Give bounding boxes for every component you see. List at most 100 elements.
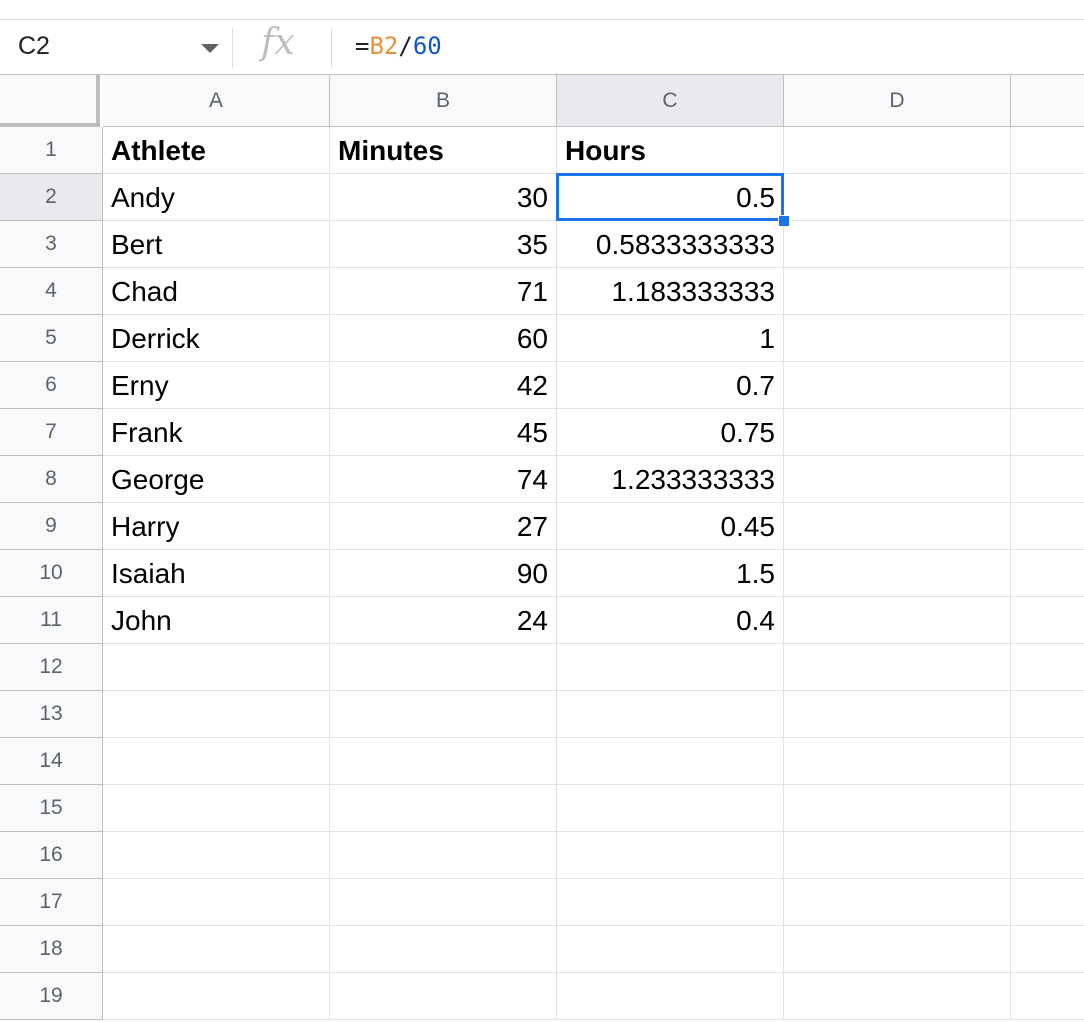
cell-d13[interactable] xyxy=(784,691,1011,738)
cell-b18[interactable] xyxy=(330,926,557,973)
cell-b6[interactable]: 42 xyxy=(330,362,557,409)
cell-e7[interactable] xyxy=(1011,409,1084,456)
cell-d16[interactable] xyxy=(784,832,1011,879)
cell-a5[interactable]: Derrick xyxy=(103,315,330,362)
cell-a15[interactable] xyxy=(103,785,330,832)
name-box[interactable]: C2 xyxy=(0,20,232,74)
formula-input[interactable]: =B2/60 xyxy=(355,32,442,60)
cell-d18[interactable] xyxy=(784,926,1011,973)
cell-e2[interactable] xyxy=(1011,174,1084,221)
cell-e8[interactable] xyxy=(1011,456,1084,503)
row-header-9[interactable]: 9 xyxy=(0,503,103,550)
row-header-17[interactable]: 17 xyxy=(0,879,103,926)
cell-e12[interactable] xyxy=(1011,644,1084,691)
row-header-6[interactable]: 6 xyxy=(0,362,103,409)
cell-a11[interactable]: John xyxy=(103,597,330,644)
cell-b14[interactable] xyxy=(330,738,557,785)
cell-e19[interactable] xyxy=(1011,973,1084,1020)
cell-a1[interactable]: Athlete xyxy=(103,127,330,174)
column-header-d[interactable]: D xyxy=(784,75,1011,127)
cell-b12[interactable] xyxy=(330,644,557,691)
row-header-14[interactable]: 14 xyxy=(0,738,103,785)
cell-b13[interactable] xyxy=(330,691,557,738)
cell-b16[interactable] xyxy=(330,832,557,879)
row-header-5[interactable]: 5 xyxy=(0,315,103,362)
row-header-10[interactable]: 10 xyxy=(0,550,103,597)
cell-c10[interactable]: 1.5 xyxy=(557,550,784,597)
cell-d6[interactable] xyxy=(784,362,1011,409)
cell-e1[interactable] xyxy=(1011,127,1084,174)
cell-c12[interactable] xyxy=(557,644,784,691)
cell-e4[interactable] xyxy=(1011,268,1084,315)
cell-e15[interactable] xyxy=(1011,785,1084,832)
cell-a19[interactable] xyxy=(103,973,330,1020)
column-header-e[interactable] xyxy=(1011,75,1084,127)
cell-c18[interactable] xyxy=(557,926,784,973)
cell-e3[interactable] xyxy=(1011,221,1084,268)
cell-c7[interactable]: 0.75 xyxy=(557,409,784,456)
cell-d5[interactable] xyxy=(784,315,1011,362)
cell-c2[interactable]: 0.5 xyxy=(557,174,784,221)
cell-d8[interactable] xyxy=(784,456,1011,503)
cell-d3[interactable] xyxy=(784,221,1011,268)
cell-a18[interactable] xyxy=(103,926,330,973)
column-header-b[interactable]: B xyxy=(330,75,557,127)
cell-e11[interactable] xyxy=(1011,597,1084,644)
cell-e13[interactable] xyxy=(1011,691,1084,738)
cell-a8[interactable]: George xyxy=(103,456,330,503)
cell-b3[interactable]: 35 xyxy=(330,221,557,268)
row-header-19[interactable]: 19 xyxy=(0,973,103,1020)
cell-b5[interactable]: 60 xyxy=(330,315,557,362)
cell-d9[interactable] xyxy=(784,503,1011,550)
cell-c1[interactable]: Hours xyxy=(557,127,784,174)
cell-a16[interactable] xyxy=(103,832,330,879)
cell-c4[interactable]: 1.183333333 xyxy=(557,268,784,315)
row-header-2[interactable]: 2 xyxy=(0,174,103,221)
cell-c17[interactable] xyxy=(557,879,784,926)
row-header-8[interactable]: 8 xyxy=(0,456,103,503)
cell-a17[interactable] xyxy=(103,879,330,926)
cell-d11[interactable] xyxy=(784,597,1011,644)
cell-b19[interactable] xyxy=(330,973,557,1020)
cell-d12[interactable] xyxy=(784,644,1011,691)
cell-b15[interactable] xyxy=(330,785,557,832)
row-header-7[interactable]: 7 xyxy=(0,409,103,456)
row-header-18[interactable]: 18 xyxy=(0,926,103,973)
cell-e14[interactable] xyxy=(1011,738,1084,785)
cell-b8[interactable]: 74 xyxy=(330,456,557,503)
cell-c6[interactable]: 0.7 xyxy=(557,362,784,409)
row-header-13[interactable]: 13 xyxy=(0,691,103,738)
cell-c9[interactable]: 0.45 xyxy=(557,503,784,550)
cell-b2[interactable]: 30 xyxy=(330,174,557,221)
cell-a2[interactable]: Andy xyxy=(103,174,330,221)
cell-a9[interactable]: Harry xyxy=(103,503,330,550)
cell-d1[interactable] xyxy=(784,127,1011,174)
cell-e16[interactable] xyxy=(1011,832,1084,879)
row-header-4[interactable]: 4 xyxy=(0,268,103,315)
fill-handle[interactable] xyxy=(778,215,790,227)
row-header-12[interactable]: 12 xyxy=(0,644,103,691)
cell-b9[interactable]: 27 xyxy=(330,503,557,550)
cell-c11[interactable]: 0.4 xyxy=(557,597,784,644)
cell-e9[interactable] xyxy=(1011,503,1084,550)
cell-b11[interactable]: 24 xyxy=(330,597,557,644)
row-header-15[interactable]: 15 xyxy=(0,785,103,832)
dropdown-arrow-icon[interactable] xyxy=(201,44,219,53)
cell-e10[interactable] xyxy=(1011,550,1084,597)
row-header-3[interactable]: 3 xyxy=(0,221,103,268)
cell-c19[interactable] xyxy=(557,973,784,1020)
cell-d7[interactable] xyxy=(784,409,1011,456)
cell-a6[interactable]: Erny xyxy=(103,362,330,409)
cell-b4[interactable]: 71 xyxy=(330,268,557,315)
cell-e17[interactable] xyxy=(1011,879,1084,926)
cell-a3[interactable]: Bert xyxy=(103,221,330,268)
cell-e6[interactable] xyxy=(1011,362,1084,409)
column-header-a[interactable]: A xyxy=(103,75,330,127)
cell-a4[interactable]: Chad xyxy=(103,268,330,315)
cell-c8[interactable]: 1.233333333 xyxy=(557,456,784,503)
cell-d14[interactable] xyxy=(784,738,1011,785)
cell-d4[interactable] xyxy=(784,268,1011,315)
cell-c15[interactable] xyxy=(557,785,784,832)
cell-d2[interactable] xyxy=(784,174,1011,221)
cell-d15[interactable] xyxy=(784,785,1011,832)
